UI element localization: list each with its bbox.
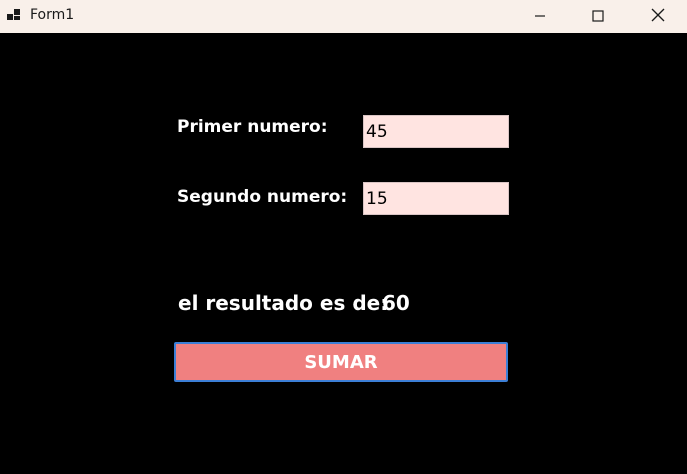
maximize-button[interactable] (569, 0, 627, 32)
form1-window: Form1 Primer numero: Segundo numero: el … (0, 0, 687, 474)
app-form-icon (6, 8, 22, 24)
close-button[interactable] (629, 0, 687, 32)
primer-numero-input[interactable] (363, 115, 509, 148)
resultado-label: el resultado es de: (178, 291, 389, 315)
sumar-button-label: SUMAR (304, 351, 378, 373)
window-title: Form1 (30, 7, 75, 23)
title-bar[interactable]: Form1 (0, 0, 687, 33)
sumar-button[interactable]: SUMAR (174, 342, 508, 382)
minimize-icon (534, 7, 546, 26)
close-icon (651, 7, 665, 26)
form-client-area: Primer numero: Segundo numero: el result… (0, 33, 687, 474)
segundo-numero-label: Segundo numero: (177, 187, 348, 207)
minimize-button[interactable] (511, 0, 569, 32)
resultado-value: 60 (382, 291, 410, 315)
segundo-numero-input[interactable] (363, 182, 509, 215)
maximize-icon (592, 7, 604, 26)
primer-numero-label: Primer numero: (177, 117, 328, 137)
